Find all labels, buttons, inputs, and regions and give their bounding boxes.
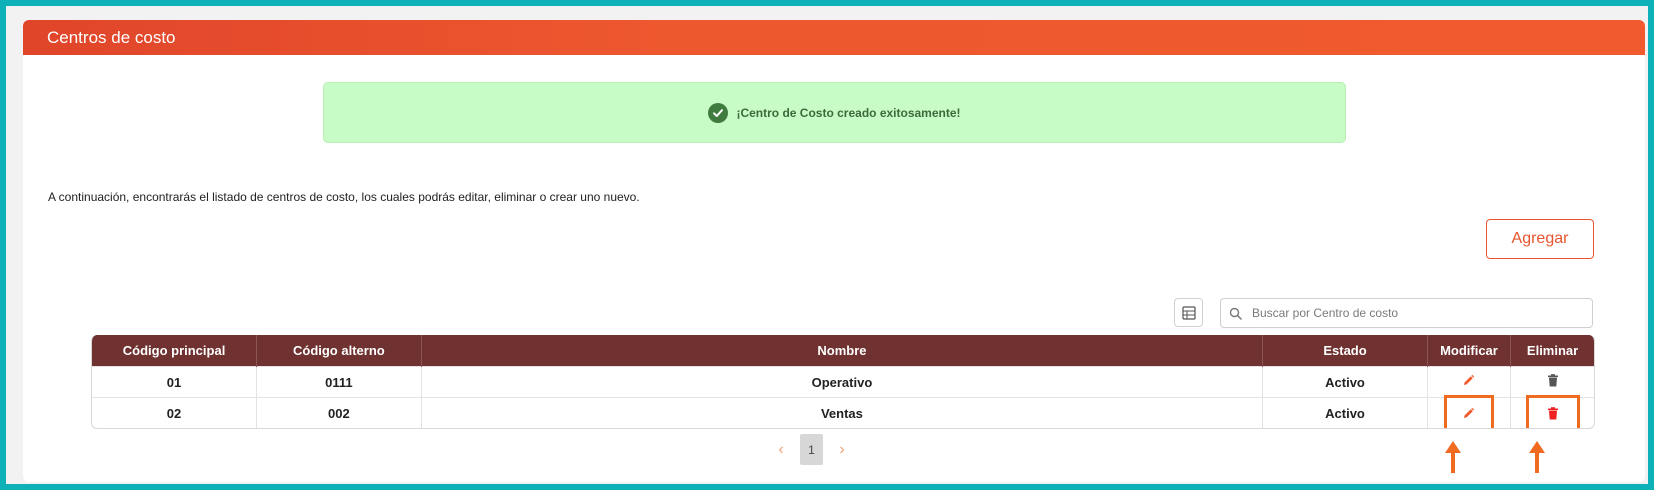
- column-header-nombre[interactable]: Nombre: [421, 335, 1264, 367]
- search-input[interactable]: [1250, 305, 1574, 321]
- pagination: ‹ 1 ›: [774, 434, 849, 465]
- delete-button[interactable]: [1525, 395, 1580, 428]
- cell-codigo-alterno: 0111: [256, 366, 422, 398]
- frame: Centros de costo ¡Centro de Costo creado…: [6, 6, 1648, 484]
- column-header-codigo-alterno[interactable]: Código alterno: [256, 335, 422, 367]
- chevron-right-icon[interactable]: ›: [835, 441, 849, 459]
- annotation-arrow-icon: [1445, 441, 1461, 473]
- search-icon: [1229, 307, 1242, 320]
- page-title: Centros de costo: [23, 20, 1645, 55]
- trash-icon: [1547, 406, 1558, 419]
- add-button[interactable]: Agregar: [1486, 219, 1594, 259]
- cost-centers-table: Código principal Código alterno Nombre E…: [91, 335, 1595, 429]
- table-row: 02 002 Ventas Activo: [92, 395, 1594, 428]
- cost-centers-panel: Centros de costo ¡Centro de Costo creado…: [23, 20, 1645, 482]
- trash-icon: [1547, 374, 1558, 387]
- cell-eliminar: [1510, 366, 1594, 398]
- cell-codigo-principal: 02: [92, 397, 258, 428]
- pencil-icon: [1464, 407, 1475, 418]
- table-header-row: Código principal Código alterno Nombre E…: [92, 335, 1594, 367]
- alert-message: ¡Centro de Costo creado exitosamente!: [736, 105, 961, 120]
- page-number[interactable]: 1: [800, 434, 823, 465]
- cell-modificar: [1427, 395, 1512, 428]
- table-row: 01 0111 Operativo Activo: [92, 366, 1594, 398]
- export-excel-icon: [1181, 305, 1196, 320]
- cell-nombre: Ventas: [421, 397, 1264, 428]
- delete-button[interactable]: [1547, 374, 1559, 387]
- column-header-modificar: Modificar: [1427, 335, 1512, 367]
- column-header-estado[interactable]: Estado: [1262, 335, 1428, 367]
- cell-estado: Activo: [1262, 397, 1428, 428]
- edit-button[interactable]: [1443, 395, 1494, 428]
- cell-nombre: Operativo: [421, 366, 1264, 398]
- edit-button[interactable]: [1462, 374, 1475, 387]
- cell-eliminar: [1510, 395, 1594, 428]
- cell-codigo-principal: 01: [92, 366, 258, 398]
- description-text: A continuación, encontrarás el listado d…: [48, 190, 640, 204]
- cell-modificar: [1427, 366, 1512, 398]
- column-header-eliminar: Eliminar: [1510, 335, 1594, 367]
- column-header-codigo-principal[interactable]: Código principal: [92, 335, 258, 367]
- success-alert: ¡Centro de Costo creado exitosamente!: [323, 82, 1346, 143]
- chevron-left-icon[interactable]: ‹: [774, 441, 788, 459]
- pencil-icon: [1464, 374, 1475, 385]
- cell-codigo-alterno: 002: [256, 397, 422, 428]
- search-box[interactable]: [1220, 298, 1593, 328]
- annotation-arrow-icon: [1529, 441, 1545, 473]
- export-button[interactable]: [1174, 298, 1203, 327]
- check-circle-icon: [708, 102, 729, 123]
- cell-estado: Activo: [1262, 366, 1428, 398]
